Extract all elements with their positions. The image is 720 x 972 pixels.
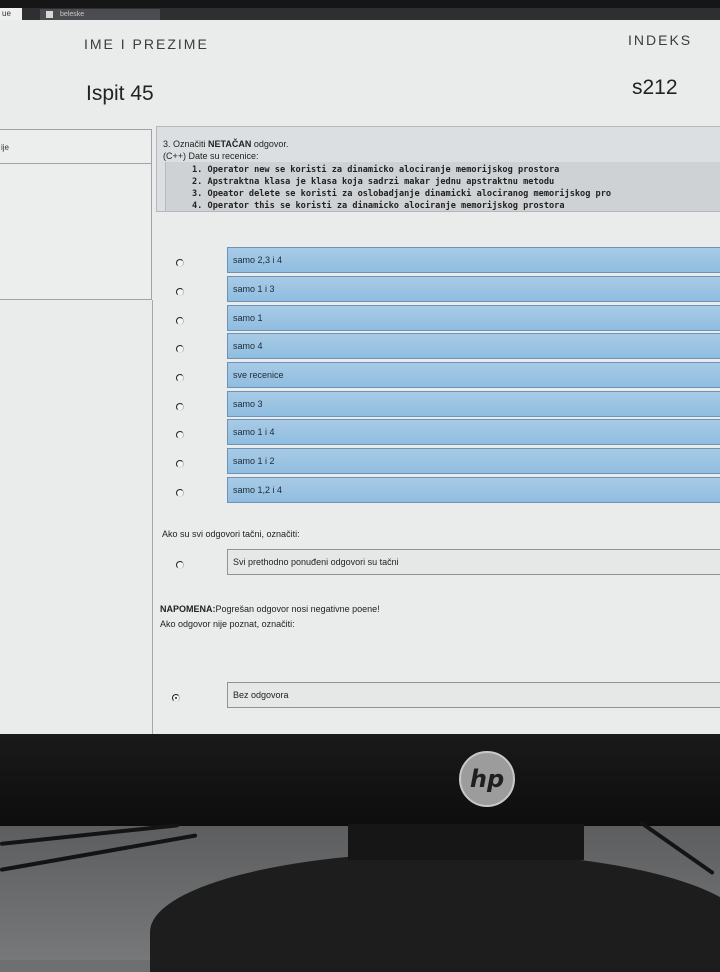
answer-option[interactable]: samo 2,3 i 4 — [227, 247, 720, 273]
question-box: 3. Označiti NETAČAN odgovor. (C++) Date … — [156, 126, 720, 212]
question-title: 3. Označiti NETAČAN odgovor. — [163, 139, 289, 149]
statement-item: 3. Opeator delete se koristi za oslobadj… — [192, 189, 612, 199]
all-correct-option[interactable]: Svi prethodno ponuđeni odgovori su tačni — [227, 549, 720, 575]
monitor-stand-neck — [348, 824, 584, 860]
active-tab[interactable]: ue — [0, 8, 22, 20]
monitor-bezel-bottom — [0, 734, 720, 826]
index-value: s212 — [632, 76, 678, 99]
answer-option[interactable]: samo 3 — [227, 391, 720, 417]
statement-item: 2. Apstraktna klasa je klasa koja sadrzi… — [192, 177, 555, 187]
no-answer-option[interactable]: Bez odgovora — [227, 682, 720, 708]
question-subtitle: (C++) Date su recenice: — [163, 151, 259, 161]
browser-tab[interactable]: beleske — [40, 9, 160, 20]
page-icon — [46, 11, 53, 18]
statement-item: 1. Operator new se koristi za dinamicko … — [192, 165, 560, 175]
tab-title: beleske — [60, 11, 85, 18]
answer-option[interactable]: samo 1 i 3 — [227, 276, 720, 302]
divider — [152, 300, 153, 734]
answer-radio[interactable] — [176, 403, 184, 411]
answer-radio[interactable] — [176, 460, 184, 468]
answer-radio[interactable] — [176, 431, 184, 439]
answer-option[interactable]: samo 1,2 i 4 — [227, 477, 720, 503]
answer-option[interactable]: samo 4 — [227, 333, 720, 359]
answer-option[interactable]: sve recenice — [227, 362, 720, 388]
answer-radio[interactable] — [176, 489, 184, 497]
answer-radio[interactable] — [176, 259, 184, 267]
answer-option[interactable]: samo 1 — [227, 305, 720, 331]
unknown-prompt: Ako odgovor nije poznat, označiti: — [160, 619, 295, 629]
exam-title: Ispit 45 — [86, 82, 154, 105]
index-label: INDEKS — [628, 32, 693, 48]
side-panel-label: ije — [1, 143, 10, 152]
statements-list: 1. Operator new se koristi za dinamicko … — [165, 162, 720, 211]
no-answer-radio[interactable] — [172, 694, 180, 702]
answer-radio[interactable] — [176, 317, 184, 325]
name-label: IME I PREZIME — [84, 36, 209, 52]
answer-radio[interactable] — [176, 345, 184, 353]
monitor-bezel-top — [0, 0, 720, 8]
warning-note: NAPOMENA:Pogrešan odgovor nosi negativne… — [160, 604, 380, 614]
monitor-screen: ue beleske IME I PREZIME INDEKS Ispit 45… — [0, 8, 720, 734]
hp-logo-icon: hp — [459, 751, 515, 807]
answer-radio[interactable] — [176, 288, 184, 296]
question-nav-panel: ije — [0, 129, 152, 300]
divider — [0, 163, 151, 164]
answer-option[interactable]: samo 1 i 2 — [227, 448, 720, 474]
browser-tab-bar: ue beleske — [0, 8, 720, 20]
answer-option[interactable]: samo 1 i 4 — [227, 419, 720, 445]
all-correct-radio[interactable] — [176, 561, 184, 569]
all-correct-prompt: Ako su svi odgovori tačni, označiti: — [162, 529, 300, 539]
statement-item: 4. Operator this se koristi za dinamicko… — [192, 201, 565, 211]
answer-radio[interactable] — [176, 374, 184, 382]
